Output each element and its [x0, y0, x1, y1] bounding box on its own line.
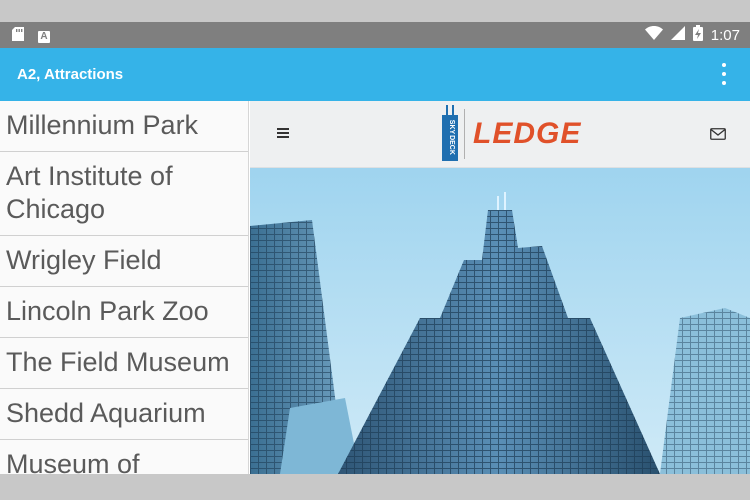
ledge-logo[interactable]: SKY DECK LEDGE [437, 101, 581, 167]
app-bar: A2, Attractions [0, 48, 750, 101]
cell-signal-icon [670, 26, 685, 45]
status-bar: A 1:07 [0, 22, 750, 48]
app-bar-title: A2, Attractions [17, 66, 124, 83]
list-item[interactable]: Lincoln Park Zoo [0, 287, 248, 338]
svg-text:SKY: SKY [448, 119, 455, 134]
list-item[interactable]: Art Institute of Chicago [0, 152, 248, 236]
wifi-icon [644, 26, 663, 45]
web-header: SKY DECK LEDGE [250, 101, 750, 168]
mail-icon[interactable] [710, 127, 726, 145]
svg-text:DECK: DECK [448, 135, 455, 155]
web-view[interactable]: SKY DECK LEDGE [250, 101, 750, 474]
sd-card-icon [12, 27, 24, 46]
attractions-list[interactable]: Millennium Park Art Institute of Chicago… [0, 101, 249, 474]
logo-text: LEDGE [473, 117, 582, 150]
status-time: 1:07 [710, 27, 740, 44]
list-item[interactable]: Shedd Aquarium [0, 389, 248, 440]
list-item[interactable]: Millennium Park [0, 101, 248, 152]
list-item[interactable]: The Field Museum [0, 338, 248, 389]
overflow-menu-icon[interactable] [712, 61, 736, 87]
skydeck-logo-icon: SKY DECK [437, 101, 467, 168]
hero-image-willis-tower [250, 168, 750, 474]
list-item[interactable]: Museum of [0, 440, 248, 474]
hamburger-menu-icon[interactable] [277, 128, 289, 138]
keyboard-a-icon: A [38, 30, 50, 43]
battery-charging-icon [692, 25, 703, 46]
list-item[interactable]: Wrigley Field [0, 236, 248, 287]
device-screen: A 1:07 A2, Attractions Millennium Park A… [0, 22, 750, 474]
